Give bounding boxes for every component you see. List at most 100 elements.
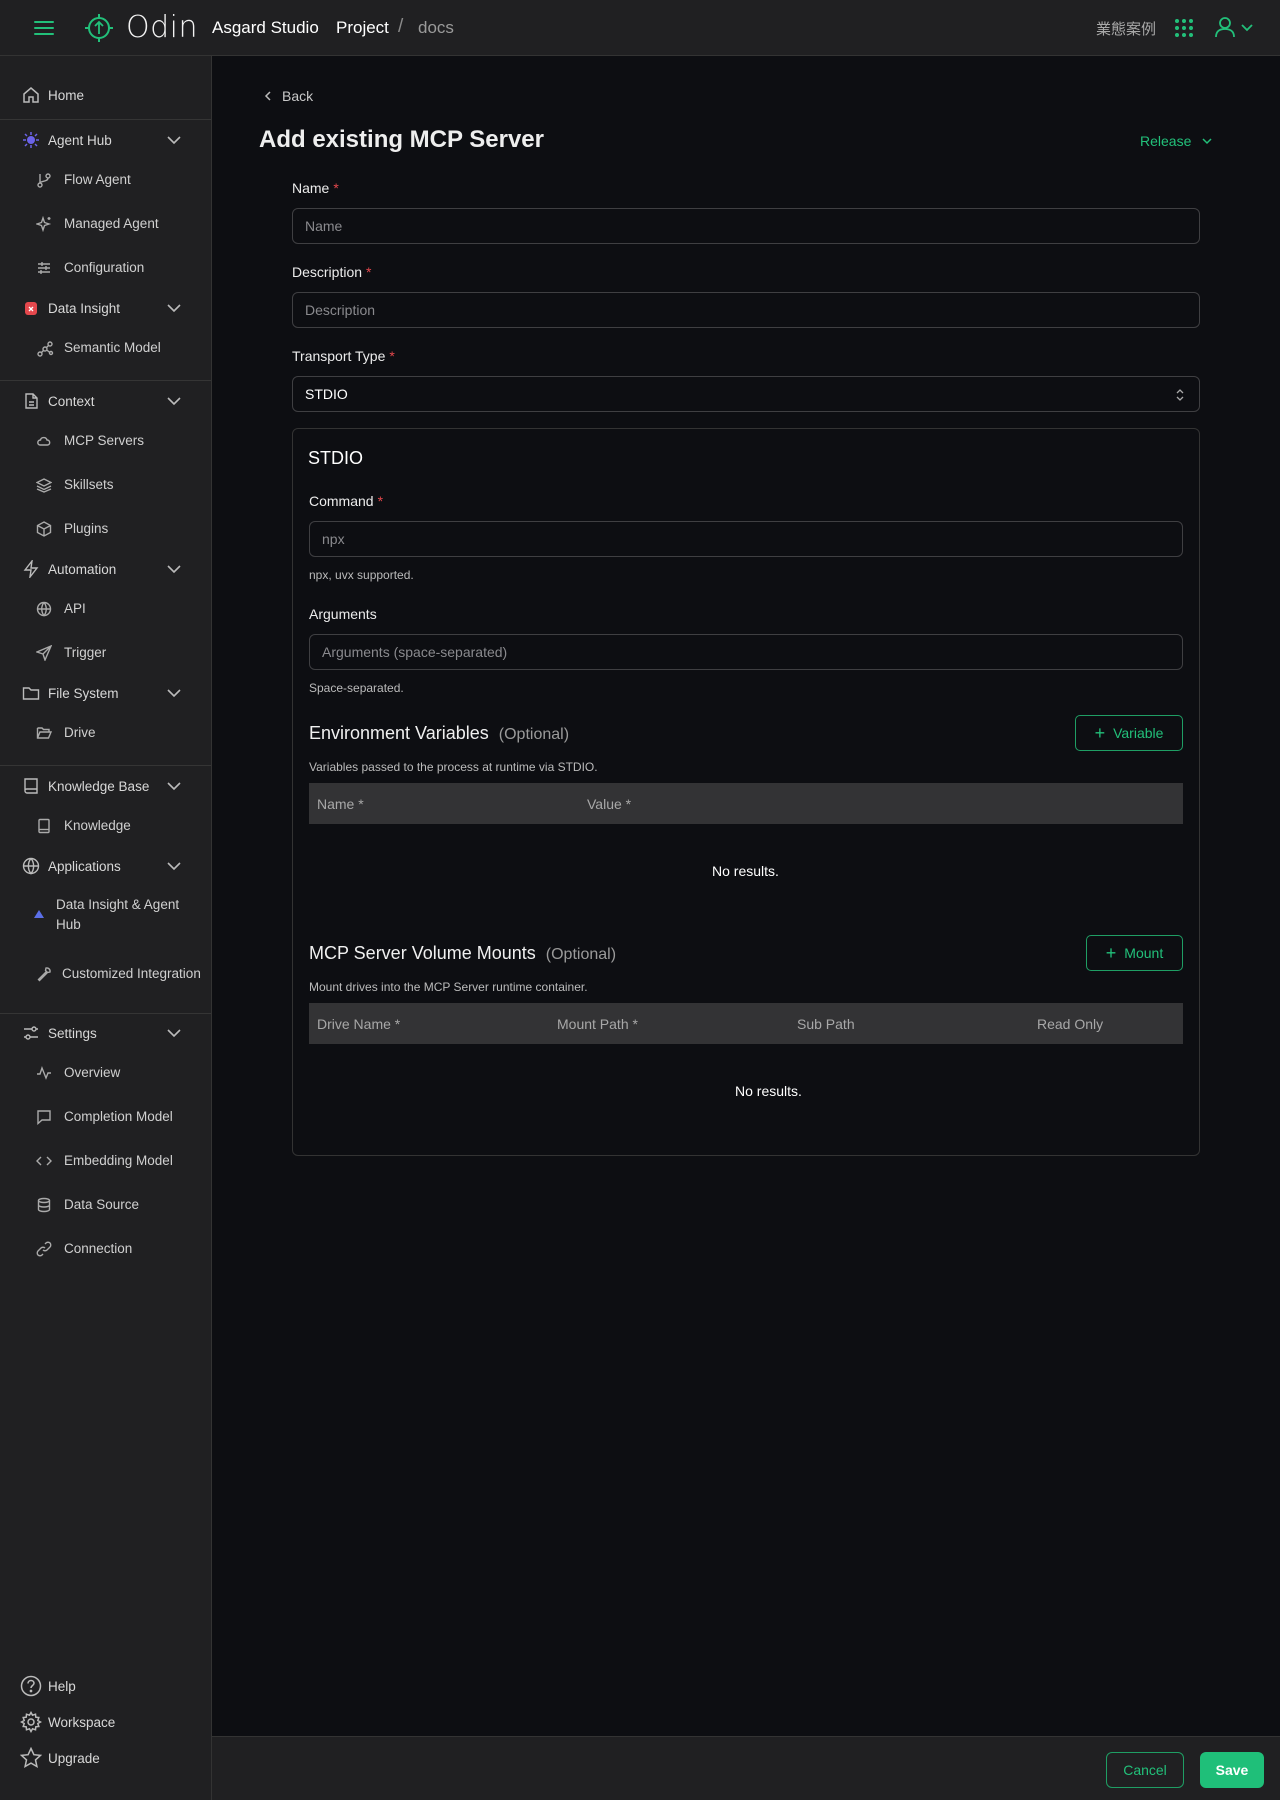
layers-icon (36, 477, 52, 493)
sidebar-item-label: Help (48, 1678, 76, 1694)
apps-grid-icon[interactable] (1175, 19, 1193, 37)
folder-icon (22, 684, 40, 702)
sidebar-group-file-system[interactable]: File System (0, 675, 211, 711)
sidebar-item-connection[interactable]: Connection (0, 1231, 211, 1267)
sidebar-item-flow-agent[interactable]: Flow Agent (0, 162, 211, 198)
transport-type-label: Transport Type * (292, 348, 395, 364)
volume-mounts-title: MCP Server Volume Mounts (Optional) (309, 943, 617, 963)
sidebar-item-mcp-servers[interactable]: MCP Servers (0, 423, 211, 459)
sidebar-item-label: Skillsets (64, 477, 114, 492)
sidebar-group-settings[interactable]: Settings (0, 1015, 211, 1051)
sidebar-item-label: Embedding Model (64, 1153, 173, 1168)
user-icon[interactable] (1214, 16, 1236, 38)
brand-name[interactable]: Odin (126, 10, 198, 45)
volume-mounts-description: Mount drives into the MCP Server runtime… (309, 980, 588, 994)
sidebar-item-label: Overview (64, 1065, 121, 1080)
sidebar-item-configuration[interactable]: Configuration (0, 250, 211, 286)
studio-name[interactable]: Asgard Studio (212, 18, 319, 38)
odin-logo-icon[interactable] (84, 13, 114, 43)
sidebar-group-automation[interactable]: Automation (0, 551, 211, 587)
sidebar-item-label: Connection (64, 1241, 133, 1256)
add-variable-label: Variable (1113, 725, 1164, 741)
sidebar-item-label: Customized Integration (62, 966, 201, 981)
save-button[interactable]: Save (1200, 1752, 1264, 1788)
back-link[interactable]: Back (262, 88, 313, 104)
cloud-icon (36, 433, 52, 449)
add-mount-button[interactable]: + Mount (1086, 935, 1183, 971)
name-input[interactable] (292, 208, 1200, 244)
sidebar-item-overview[interactable]: Overview (0, 1055, 211, 1091)
send-icon (36, 645, 52, 661)
agent-hub-icon (22, 131, 40, 149)
chevron-down-icon[interactable] (166, 778, 182, 794)
sidebar-item-home[interactable]: Home (0, 77, 211, 113)
sidebar-group-label: File System (48, 685, 119, 701)
description-label: Description * (292, 264, 372, 280)
release-label: Release (1140, 133, 1192, 149)
sidebar-item-workspace[interactable]: Workspace (0, 1704, 211, 1740)
sidebar-item-data-insight-agent-hub[interactable]: Data Insight & Agent Hub (0, 891, 211, 939)
chevron-down-icon[interactable] (166, 132, 182, 148)
add-mount-label: Mount (1124, 945, 1164, 961)
sidebar-item-knowledge[interactable]: Knowledge (0, 808, 211, 844)
volume-mounts-table-header: Drive Name * Mount Path * Sub Path Read … (309, 1003, 1183, 1044)
sidebar-group-agent-hub[interactable]: Agent Hub (0, 122, 211, 158)
sidebar-group-label: Applications (48, 858, 121, 874)
sidebar-divider (0, 380, 211, 381)
sidebar-item-drive[interactable]: Drive (0, 715, 211, 751)
sidebar-item-help[interactable]: Help (0, 1668, 211, 1704)
chevron-down-icon[interactable] (166, 858, 182, 874)
sliders-icon (36, 260, 52, 276)
sidebar-item-semantic-model[interactable]: Semantic Model (0, 330, 211, 366)
sidebar-item-managed-agent[interactable]: Managed Agent (0, 206, 211, 242)
command-input[interactable] (309, 521, 1183, 557)
sidebar-item-embedding-model[interactable]: Embedding Model (0, 1143, 211, 1179)
chevron-down-icon[interactable] (166, 393, 182, 409)
menu-icon[interactable] (34, 18, 54, 38)
cancel-button[interactable]: Cancel (1106, 1752, 1184, 1788)
home-icon (22, 86, 40, 104)
volume-mounts-empty: No results. (735, 1083, 802, 1099)
add-variable-button[interactable]: + Variable (1075, 715, 1183, 751)
back-label: Back (282, 88, 314, 104)
arguments-input[interactable] (309, 634, 1183, 670)
sidebar-item-api[interactable]: API (0, 591, 211, 627)
activity-icon (36, 1065, 52, 1081)
link-icon (36, 1241, 52, 1257)
chevron-down-icon[interactable] (166, 561, 182, 577)
sidebar-item-data-source[interactable]: Data Source (0, 1187, 211, 1223)
chevron-down-icon (1202, 138, 1212, 145)
globe-icon (36, 601, 52, 617)
breadcrumb-current[interactable]: docs (418, 18, 454, 38)
description-input[interactable] (292, 292, 1200, 328)
sidebar-item-plugins[interactable]: Plugins (0, 511, 211, 547)
page-title: Add existing MCP Server (259, 126, 544, 153)
chevron-down-icon[interactable] (166, 300, 182, 316)
sidebar-item-label: Managed Agent (64, 216, 159, 231)
sidebar-item-upgrade[interactable]: Upgrade (0, 1740, 211, 1776)
sidebar-item-completion-model[interactable]: Completion Model (0, 1099, 211, 1135)
sidebar-group-applications[interactable]: Applications (0, 848, 211, 884)
sidebar-divider (0, 119, 211, 120)
sidebar-item-trigger[interactable]: Trigger (0, 635, 211, 671)
release-dropdown[interactable]: Release (1140, 133, 1213, 149)
env-vars-description: Variables passed to the process at runti… (309, 760, 598, 774)
sidebar-group-label: Automation (48, 561, 117, 577)
language-switch[interactable]: 業態案例 (1096, 18, 1156, 39)
sidebar-item-skillsets[interactable]: Skillsets (0, 467, 211, 503)
breadcrumb-separator: / (398, 16, 404, 37)
sidebar-item-customized-integration[interactable]: Customized Integration (0, 950, 211, 998)
sidebar-group-data-insight[interactable]: Data Insight (0, 290, 211, 326)
zap-icon (22, 560, 40, 578)
sidebar-group-label: Agent Hub (48, 132, 112, 148)
sidebar-item-label: Upgrade (48, 1750, 100, 1766)
required-mark: * (389, 348, 395, 364)
breadcrumb-project[interactable]: Project (336, 18, 389, 38)
transport-type-select[interactable]: STDIO (292, 376, 1200, 412)
sidebar-group-context[interactable]: Context (0, 383, 211, 419)
chevron-down-icon[interactable] (166, 1025, 182, 1041)
chevron-down-icon[interactable] (1240, 20, 1254, 34)
chevron-down-icon[interactable] (166, 685, 182, 701)
sidebar-group-knowledge-base[interactable]: Knowledge Base (0, 768, 211, 804)
network-icon (36, 340, 54, 357)
